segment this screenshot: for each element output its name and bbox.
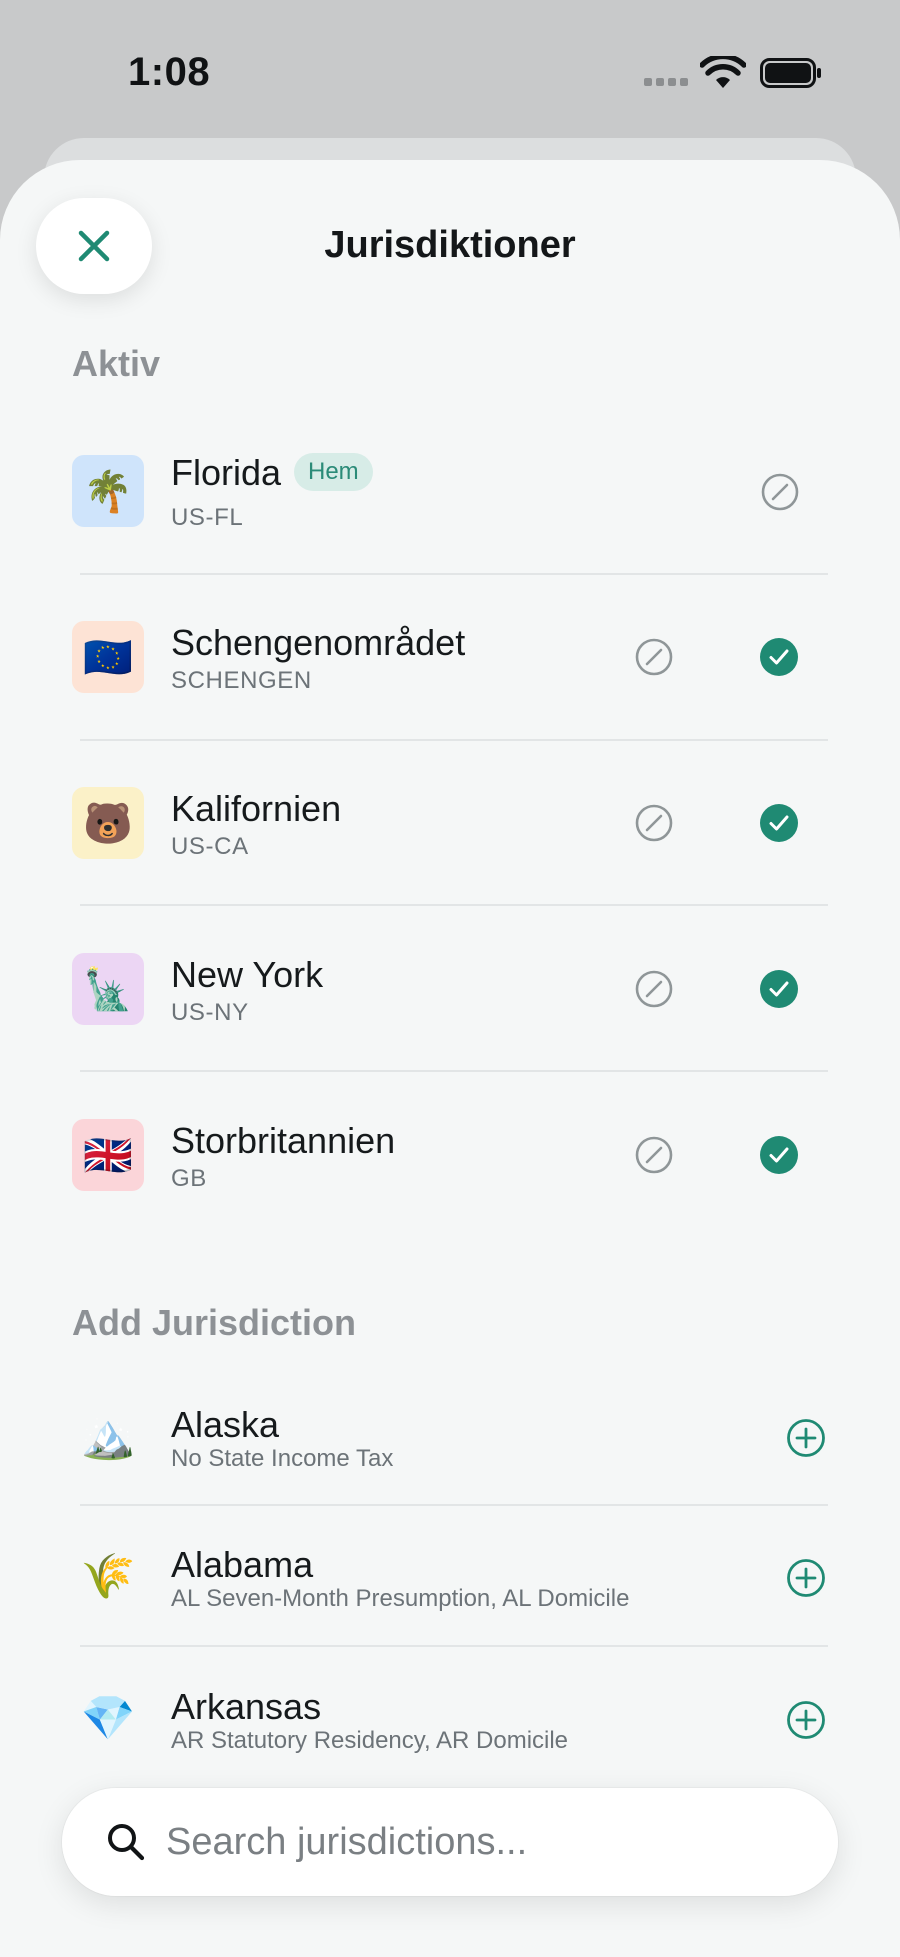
- plus-circle-icon: [787, 1559, 825, 1597]
- selected-checkbox[interactable]: [759, 637, 799, 677]
- edit-button[interactable]: [634, 637, 674, 677]
- divider: [80, 1645, 828, 1647]
- edit-button[interactable]: [634, 1135, 674, 1175]
- jurisdiction-code: US-FL: [171, 504, 244, 531]
- divider: [80, 904, 828, 906]
- jurisdiction-icon: 🇪🇺: [72, 621, 144, 693]
- add-button[interactable]: [786, 1418, 826, 1458]
- jurisdiction-icon: 🐻: [72, 787, 144, 859]
- plus-circle-icon: [787, 1701, 825, 1739]
- jurisdiction-subtitle: AR Statutory Residency, AR Domicile: [171, 1727, 569, 1754]
- jurisdiction-subtitle: No State Income Tax: [171, 1445, 394, 1472]
- divider: [80, 1504, 828, 1506]
- battery-icon: [760, 58, 821, 88]
- search-input[interactable]: [166, 1812, 806, 1872]
- jurisdiction-name[interactable]: Alabama: [171, 1544, 313, 1586]
- jurisdiction-name[interactable]: New York: [171, 954, 323, 996]
- jurisdiction-name[interactable]: Alaska: [171, 1404, 279, 1446]
- jurisdiction-name[interactable]: Arkansas: [171, 1686, 321, 1728]
- selected-checkbox[interactable]: [759, 803, 799, 843]
- add-button[interactable]: [786, 1558, 826, 1598]
- divider: [80, 1070, 828, 1072]
- pencil-circle-icon: [635, 638, 673, 676]
- edit-button[interactable]: [760, 472, 800, 512]
- jurisdiction-code: US-NY: [171, 999, 249, 1026]
- wifi-icon: [700, 56, 746, 88]
- edit-button[interactable]: [634, 803, 674, 843]
- jurisdiction-code: GB: [171, 1165, 207, 1192]
- status-bar: 1:08: [0, 0, 900, 140]
- jurisdiction-name[interactable]: Schengenområdet: [171, 622, 465, 664]
- cellular-signal-icon: [644, 78, 688, 86]
- jurisdiction-code: US-CA: [171, 833, 249, 860]
- jurisdiction-name[interactable]: Kalifornien: [171, 788, 341, 830]
- jurisdiction-subtitle: AL Seven-Month Presumption, AL Domicile: [171, 1585, 630, 1612]
- page-title: Jurisdiktioner: [324, 224, 576, 266]
- checkmark-circle-icon: [760, 638, 798, 676]
- pencil-circle-icon: [635, 970, 673, 1008]
- selected-checkbox[interactable]: [759, 1135, 799, 1175]
- jurisdictions-sheet: [0, 160, 900, 1957]
- jurisdiction-icon: 🏔️: [80, 1411, 136, 1462]
- edit-button[interactable]: [634, 969, 674, 1009]
- section-title-active: Aktiv: [72, 343, 161, 384]
- divider: [80, 573, 828, 575]
- pencil-circle-icon: [635, 1136, 673, 1174]
- status-time: 1:08: [128, 50, 211, 94]
- jurisdiction-icon: 🌾: [80, 1551, 136, 1602]
- pencil-circle-icon: [635, 804, 673, 842]
- jurisdiction-name[interactable]: Florida: [171, 452, 281, 494]
- checkmark-circle-icon: [760, 804, 798, 842]
- plus-circle-icon: [787, 1419, 825, 1457]
- home-badge: Hem: [294, 453, 373, 491]
- jurisdiction-icon: 🇬🇧: [72, 1119, 144, 1191]
- checkmark-circle-icon: [760, 1136, 798, 1174]
- jurisdiction-icon: 💎: [80, 1693, 136, 1744]
- selected-checkbox[interactable]: [759, 969, 799, 1009]
- jurisdiction-icon: 🌴: [72, 455, 144, 527]
- jurisdiction-name[interactable]: Storbritannien: [171, 1120, 395, 1162]
- pencil-circle-icon: [761, 473, 799, 511]
- add-button[interactable]: [786, 1700, 826, 1740]
- search-icon: [108, 1824, 145, 1861]
- divider: [80, 739, 828, 741]
- jurisdiction-icon: 🗽: [72, 953, 144, 1025]
- section-title-add: Add Jurisdiction: [72, 1302, 357, 1343]
- checkmark-circle-icon: [760, 970, 798, 1008]
- jurisdiction-code: SCHENGEN: [171, 667, 312, 694]
